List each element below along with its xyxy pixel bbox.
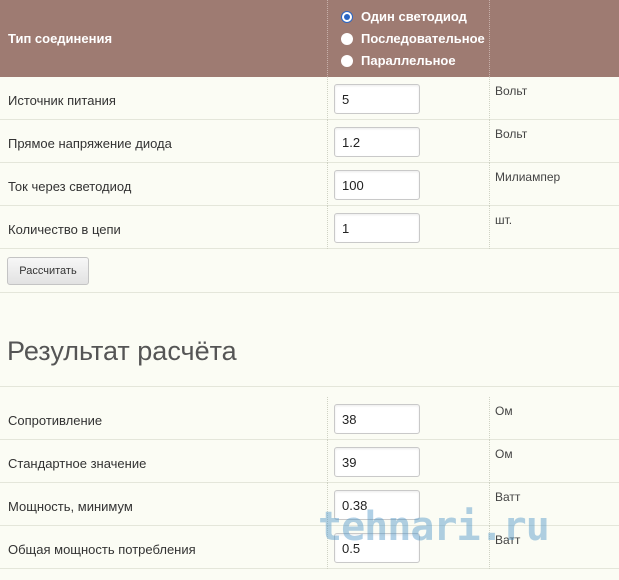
radio-label: Один светодиод [361, 9, 467, 24]
radio-label: Последовательное [361, 31, 485, 46]
input-row-power-source: Источник питания Вольт [0, 77, 619, 120]
divider [327, 440, 328, 483]
divider [489, 0, 490, 77]
unit-label: Вольт [495, 127, 528, 141]
standard-value-output[interactable] [334, 447, 420, 477]
radio-parallel[interactable]: Параллельное [341, 53, 456, 68]
unit-label: Ватт [495, 490, 521, 504]
power-source-input[interactable] [334, 84, 420, 114]
connection-type-header: Тип соединения Один светодиод Последоват… [0, 0, 619, 77]
divider [489, 77, 490, 120]
radio-checked-icon[interactable] [341, 10, 353, 23]
divider [327, 77, 328, 120]
divider [489, 120, 490, 163]
unit-label: шт. [495, 213, 513, 227]
field-label: Количество в цепи [8, 222, 121, 237]
unit-label: Милиампер [495, 170, 561, 184]
result-title: Результат расчёта [7, 336, 237, 366]
field-label: Сопротивление [8, 413, 103, 428]
radio-unchecked-icon[interactable] [341, 54, 353, 67]
field-label: Общая мощность потребления [8, 542, 196, 557]
forward-voltage-input[interactable] [334, 127, 420, 157]
resistance-output[interactable] [334, 404, 420, 434]
unit-label: Ом [495, 447, 513, 461]
watermark-logo: tehnari.ru [318, 504, 550, 550]
divider [327, 120, 328, 163]
input-row-led-current: Ток через светодиод Милиампер [0, 163, 619, 206]
divider [327, 0, 328, 77]
unit-label: Вольт [495, 84, 528, 98]
field-label: Мощность, минимум [8, 499, 133, 514]
connection-type-title: Тип соединения [8, 31, 113, 46]
calculate-button[interactable]: Рассчитать [7, 257, 89, 285]
led-current-input[interactable] [334, 170, 420, 200]
divider [489, 397, 490, 440]
radio-label: Параллельное [361, 53, 456, 68]
radio-single-led[interactable]: Один светодиод [341, 9, 467, 24]
result-row-resistance: Сопротивление Ом [0, 397, 619, 440]
divider [489, 163, 490, 206]
input-row-count: Количество в цепи шт. [0, 206, 619, 249]
count-input[interactable] [334, 213, 420, 243]
radio-series[interactable]: Последовательное [341, 31, 485, 46]
field-label: Прямое напряжение диода [8, 136, 172, 151]
field-label: Источник питания [8, 93, 116, 108]
radio-unchecked-icon[interactable] [341, 32, 353, 45]
divider [0, 386, 619, 387]
field-label: Стандартное значение [8, 456, 147, 471]
unit-label: Ом [495, 404, 513, 418]
button-row: Рассчитать [0, 249, 619, 293]
divider [489, 440, 490, 483]
divider [489, 206, 490, 249]
divider [327, 163, 328, 206]
field-label: Ток через светодиод [8, 179, 132, 194]
divider [327, 206, 328, 249]
input-row-forward-voltage: Прямое напряжение диода Вольт [0, 120, 619, 163]
result-row-standard-value: Стандартное значение Ом [0, 440, 619, 483]
divider [327, 397, 328, 440]
